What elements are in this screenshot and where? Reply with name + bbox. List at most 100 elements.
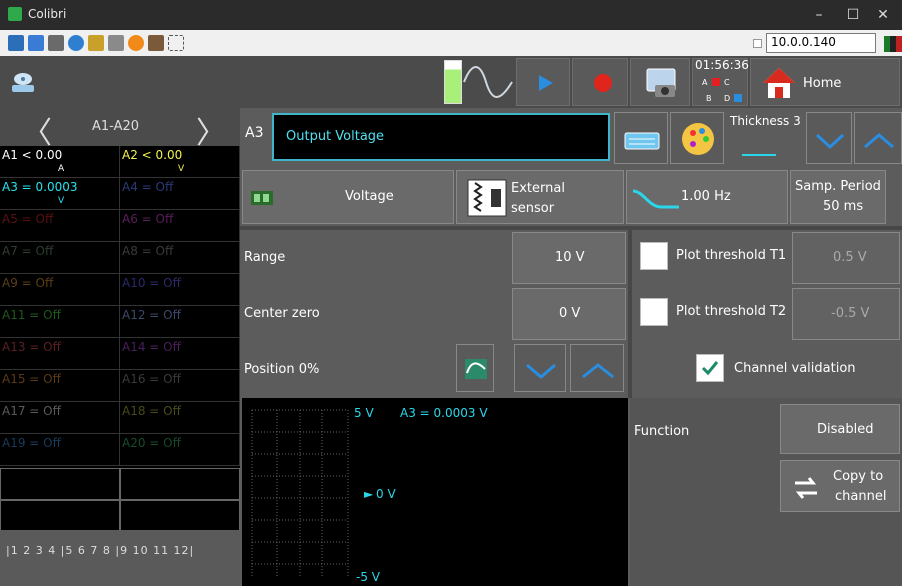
network-icon[interactable]: [148, 35, 164, 51]
alert-icon[interactable]: [128, 35, 144, 51]
ip-checkbox[interactable]: [753, 39, 762, 48]
sample-period-button[interactable]: Samp. Period 50 ms: [790, 170, 886, 224]
empty-channel-cell: [120, 468, 240, 500]
play-button[interactable]: [516, 58, 570, 106]
title-bar: Colibri – ☐ ✕: [0, 0, 902, 30]
resistor-icon: [467, 179, 507, 217]
channel-cell[interactable]: A19 = Off: [0, 434, 120, 466]
brush-icon[interactable]: [88, 35, 104, 51]
sensor-button[interactable]: External sensor: [456, 170, 624, 224]
threshold-t2-value[interactable]: -0.5 V: [792, 288, 900, 340]
threshold-t1-value[interactable]: 0.5 V: [792, 232, 900, 284]
battery-icon: [444, 60, 462, 104]
channel-value: A3 = 0.0003: [2, 180, 78, 194]
voltage-icon: [251, 191, 273, 205]
copy-to-channel-button[interactable]: Copy to channel: [780, 460, 900, 512]
page-numbers[interactable]: |1 2 3 4 |5 6 7 8 |9 10 11 12|: [6, 544, 194, 557]
ip-address-field[interactable]: 10.0.0.140: [766, 33, 876, 53]
channel-unit: V: [58, 196, 65, 206]
channel-value: A14 = Off: [122, 340, 181, 354]
position-up-button[interactable]: [570, 344, 624, 392]
color-button[interactable]: [670, 112, 724, 164]
copy-icon: [795, 477, 817, 499]
channel-cell[interactable]: A9 = Off: [0, 274, 120, 306]
channel-cell[interactable]: A13 = Off: [0, 338, 120, 370]
threshold-t1-label: Plot threshold T1: [676, 248, 787, 263]
channel-cell[interactable]: A5 = Off: [0, 210, 120, 242]
channel-value: A19 = Off: [2, 436, 61, 450]
threshold-t1-text: 0.5 V: [833, 250, 867, 265]
chevron-up-icon: [582, 363, 614, 379]
channel-value: A8 = Off: [122, 244, 174, 258]
channel-cell[interactable]: A11 = Off: [0, 306, 120, 338]
signal-display[interactable]: [462, 58, 514, 106]
channel-unit: A: [58, 164, 65, 174]
channel-value: A4 = Off: [122, 180, 174, 194]
center-zero-button[interactable]: 0 V: [512, 288, 626, 340]
page-selector[interactable]: |1 2 3 4 |5 6 7 8 |9 10 11 12|: [0, 530, 240, 586]
sample-period-value: 50 ms: [823, 199, 864, 214]
channel-cell[interactable]: A17 = Off: [0, 402, 120, 434]
app-icon: [8, 7, 22, 21]
channel-value: A9 = Off: [2, 276, 54, 290]
flag-icon[interactable]: [884, 36, 902, 52]
channel-cell[interactable]: A18 = Off: [120, 402, 240, 434]
disk-icon[interactable]: [8, 70, 38, 96]
channel-cell[interactable]: A12 = Off: [120, 306, 240, 338]
function-label: Function: [634, 424, 690, 439]
position-icon: [465, 359, 487, 379]
record-icon: [594, 74, 612, 92]
channel-cell[interactable]: A7 = Off: [0, 242, 120, 274]
channel-cell[interactable]: A14 = Off: [120, 338, 240, 370]
record-button[interactable]: [572, 58, 628, 106]
channel-cell[interactable]: A4 = Off: [120, 178, 240, 210]
channel-value: A16 = Off: [122, 372, 181, 386]
sine-wave-icon: [463, 66, 513, 98]
thickness-down-button[interactable]: [806, 112, 852, 164]
threshold-t2-checkbox[interactable]: [640, 298, 668, 326]
app-window: Colibri – ☐ ✕ 10.0.0.140 01:56:36 A C B …: [0, 0, 902, 586]
window-title: Colibri: [28, 7, 67, 21]
tools-icon[interactable]: [48, 35, 64, 51]
sensor-b: B: [706, 94, 712, 103]
channel-cell[interactable]: A15 = Off: [0, 370, 120, 402]
scope-preview: [242, 398, 628, 586]
tree-icon[interactable]: [28, 35, 44, 51]
sensor-a: A: [702, 78, 708, 87]
channel-cell[interactable]: A16 = Off: [120, 370, 240, 402]
function-button[interactable]: Disabled: [780, 404, 900, 454]
keyboard-button[interactable]: [614, 112, 668, 164]
position-button[interactable]: [456, 344, 494, 392]
refresh-icon[interactable]: [68, 35, 84, 51]
channel-cell[interactable]: A6 = Off: [120, 210, 240, 242]
camera-icon: [646, 68, 676, 97]
thickness-up-button[interactable]: [854, 112, 902, 164]
threshold-t1-checkbox[interactable]: [640, 242, 668, 270]
position-down-button[interactable]: [514, 344, 566, 392]
channel-cell[interactable]: A2 < 0.00 V: [120, 146, 240, 178]
channel-cell[interactable]: A1 < 0.00 A: [0, 146, 120, 178]
channel-name-field[interactable]: Output Voltage: [272, 113, 610, 161]
range-button[interactable]: 10 V: [512, 232, 626, 284]
screenshot-button[interactable]: [630, 58, 690, 106]
channel-cell[interactable]: A8 = Off: [120, 242, 240, 274]
close-button[interactable]: ✕: [864, 0, 902, 30]
channel-cell[interactable]: A10 = Off: [120, 274, 240, 306]
scope-zero-value: 0 V: [376, 487, 396, 501]
range-value: 10 V: [555, 250, 585, 265]
print-icon[interactable]: [108, 35, 124, 51]
channel-type-button[interactable]: Voltage: [242, 170, 454, 224]
play-icon: [539, 75, 553, 91]
filter-button[interactable]: 1.00 Hz: [626, 170, 788, 224]
fullscreen-icon[interactable]: [168, 35, 184, 51]
channel-id: A3: [245, 125, 264, 141]
sample-period-label: Samp. Period: [795, 179, 881, 194]
keyboard-icon: [624, 132, 660, 150]
channel-cell[interactable]: A20 = Off: [120, 434, 240, 466]
channel-value: A18 = Off: [122, 404, 181, 418]
channel-cell[interactable]: A3 = 0.0003 V: [0, 178, 120, 210]
chevron-down-icon: [815, 133, 845, 150]
channel-validation-checkbox[interactable]: [696, 354, 724, 382]
chart-icon[interactable]: [8, 35, 24, 51]
copy-label-2: channel: [835, 489, 887, 504]
